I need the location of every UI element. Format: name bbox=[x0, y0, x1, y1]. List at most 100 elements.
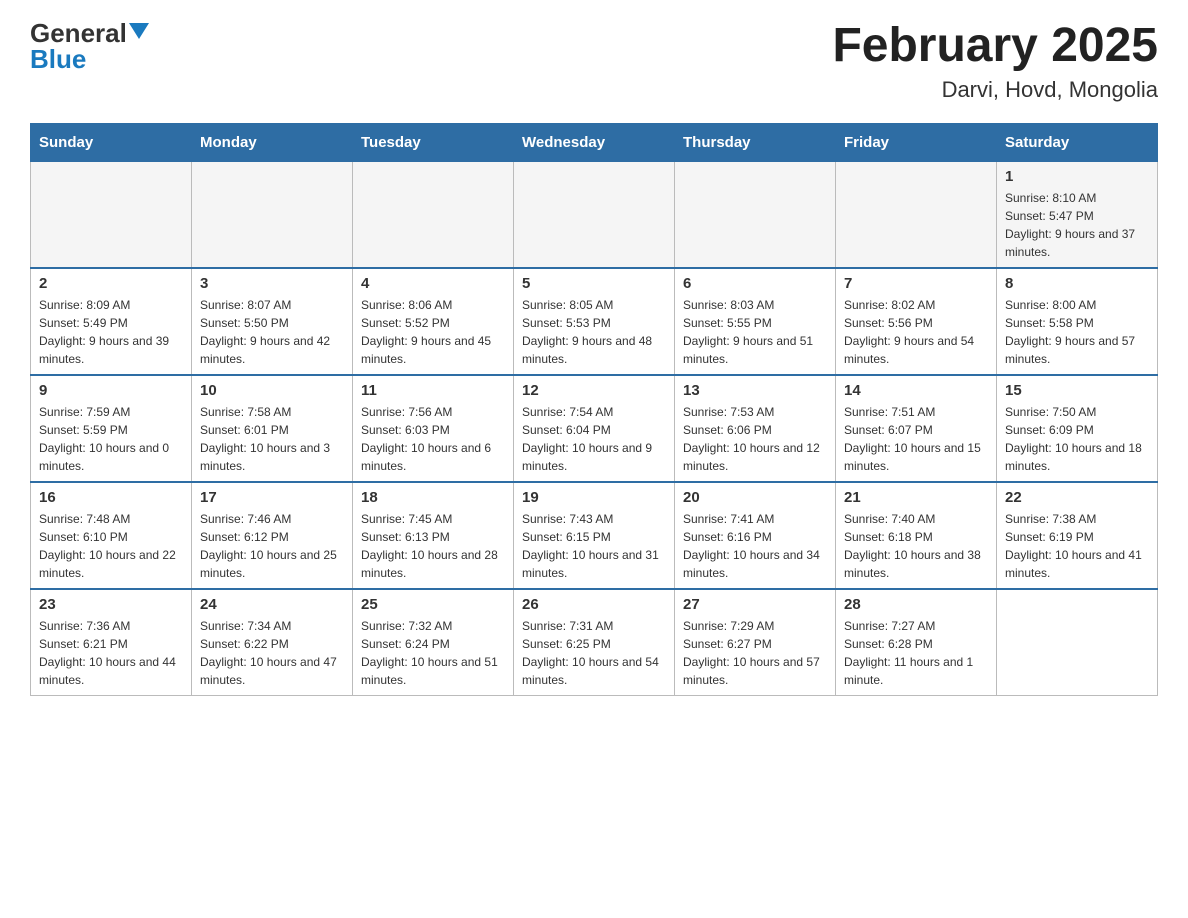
day-number: 22 bbox=[1005, 489, 1149, 506]
day-number: 14 bbox=[844, 382, 988, 399]
weekday-header-thursday: Thursday bbox=[675, 123, 836, 161]
day-info: Sunrise: 7:50 AMSunset: 6:09 PMDaylight:… bbox=[1005, 403, 1149, 475]
day-info: Sunrise: 7:27 AMSunset: 6:28 PMDaylight:… bbox=[844, 617, 988, 689]
day-info: Sunrise: 7:59 AMSunset: 5:59 PMDaylight:… bbox=[39, 403, 183, 475]
logo-general-text: General bbox=[30, 20, 127, 46]
day-number: 25 bbox=[361, 596, 505, 613]
weekday-header-monday: Monday bbox=[192, 123, 353, 161]
calendar-cell: 6 Sunrise: 8:03 AMSunset: 5:55 PMDaylight… bbox=[675, 268, 836, 375]
day-info: Sunrise: 7:41 AMSunset: 6:16 PMDaylight:… bbox=[683, 510, 827, 582]
weekday-header-saturday: Saturday bbox=[997, 123, 1158, 161]
day-number: 27 bbox=[683, 596, 827, 613]
weekday-header-sunday: Sunday bbox=[31, 123, 192, 161]
calendar-cell: 22 Sunrise: 7:38 AMSunset: 6:19 PMDayligh… bbox=[997, 482, 1158, 589]
day-number: 3 bbox=[200, 275, 344, 292]
day-number: 28 bbox=[844, 596, 988, 613]
day-number: 11 bbox=[361, 382, 505, 399]
calendar-week-row: 16 Sunrise: 7:48 AMSunset: 6:10 PMDayligh… bbox=[31, 482, 1158, 589]
day-info: Sunrise: 8:05 AMSunset: 5:53 PMDaylight:… bbox=[522, 296, 666, 368]
calendar-cell: 12Sunrise: 7:54 AMSunset: 6:04 PMDayligh… bbox=[514, 375, 675, 482]
day-info: Sunrise: 7:40 AMSunset: 6:18 PMDaylight:… bbox=[844, 510, 988, 582]
day-info: Sunrise: 8:00 AMSunset: 5:58 PMDaylight:… bbox=[1005, 296, 1149, 368]
calendar-cell: 14Sunrise: 7:51 AMSunset: 6:07 PMDayligh… bbox=[836, 375, 997, 482]
calendar-week-row: 23 Sunrise: 7:36 AMSunset: 6:21 PMDayligh… bbox=[31, 589, 1158, 696]
day-info: Sunrise: 7:48 AMSunset: 6:10 PMDaylight:… bbox=[39, 510, 183, 582]
calendar-week-row: 9 Sunrise: 7:59 AMSunset: 5:59 PMDaylight… bbox=[31, 375, 1158, 482]
day-info: Sunrise: 7:45 AMSunset: 6:13 PMDaylight:… bbox=[361, 510, 505, 582]
day-info: Sunrise: 7:29 AMSunset: 6:27 PMDaylight:… bbox=[683, 617, 827, 689]
calendar-cell: 25 Sunrise: 7:32 AMSunset: 6:24 PMDayligh… bbox=[353, 589, 514, 696]
day-info: Sunrise: 7:53 AMSunset: 6:06 PMDaylight:… bbox=[683, 403, 827, 475]
day-number: 13 bbox=[683, 382, 827, 399]
calendar-cell: 11 Sunrise: 7:56 AMSunset: 6:03 PMDayligh… bbox=[353, 375, 514, 482]
calendar-cell: 24 Sunrise: 7:34 AMSunset: 6:22 PMDayligh… bbox=[192, 589, 353, 696]
day-number: 4 bbox=[361, 275, 505, 292]
calendar-cell bbox=[675, 161, 836, 268]
calendar-cell: 3 Sunrise: 8:07 AMSunset: 5:50 PMDaylight… bbox=[192, 268, 353, 375]
calendar-cell: 27 Sunrise: 7:29 AMSunset: 6:27 PMDayligh… bbox=[675, 589, 836, 696]
weekday-header-friday: Friday bbox=[836, 123, 997, 161]
day-info: Sunrise: 7:56 AMSunset: 6:03 PMDaylight:… bbox=[361, 403, 505, 475]
calendar-cell: 1 Sunrise: 8:10 AMSunset: 5:47 PMDaylight… bbox=[997, 161, 1158, 268]
day-number: 26 bbox=[522, 596, 666, 613]
day-number: 7 bbox=[844, 275, 988, 292]
logo-blue-text: Blue bbox=[30, 46, 86, 72]
day-info: Sunrise: 7:38 AMSunset: 6:19 PMDaylight:… bbox=[1005, 510, 1149, 582]
day-number: 16 bbox=[39, 489, 183, 506]
title-section: February 2025 Darvi, Hovd, Mongolia bbox=[832, 20, 1158, 103]
day-info: Sunrise: 7:36 AMSunset: 6:21 PMDaylight:… bbox=[39, 617, 183, 689]
calendar-week-row: 1 Sunrise: 8:10 AMSunset: 5:47 PMDaylight… bbox=[31, 161, 1158, 268]
day-number: 9 bbox=[39, 382, 183, 399]
day-number: 18 bbox=[361, 489, 505, 506]
calendar-cell: 26Sunrise: 7:31 AMSunset: 6:25 PMDayligh… bbox=[514, 589, 675, 696]
day-number: 23 bbox=[39, 596, 183, 613]
calendar-cell: 8 Sunrise: 8:00 AMSunset: 5:58 PMDaylight… bbox=[997, 268, 1158, 375]
day-info: Sunrise: 7:34 AMSunset: 6:22 PMDaylight:… bbox=[200, 617, 344, 689]
calendar-cell: 15 Sunrise: 7:50 AMSunset: 6:09 PMDayligh… bbox=[997, 375, 1158, 482]
day-number: 1 bbox=[1005, 168, 1149, 185]
calendar-cell: 21 Sunrise: 7:40 AMSunset: 6:18 PMDayligh… bbox=[836, 482, 997, 589]
weekday-header-row: SundayMondayTuesdayWednesdayThursdayFrid… bbox=[31, 123, 1158, 161]
calendar-cell bbox=[353, 161, 514, 268]
calendar-cell: 4 Sunrise: 8:06 AMSunset: 5:52 PMDaylight… bbox=[353, 268, 514, 375]
weekday-header-wednesday: Wednesday bbox=[514, 123, 675, 161]
calendar-cell: 28 Sunrise: 7:27 AMSunset: 6:28 PMDayligh… bbox=[836, 589, 997, 696]
location-title: Darvi, Hovd, Mongolia bbox=[832, 77, 1158, 103]
day-info: Sunrise: 8:07 AMSunset: 5:50 PMDaylight:… bbox=[200, 296, 344, 368]
day-info: Sunrise: 8:10 AMSunset: 5:47 PMDaylight:… bbox=[1005, 189, 1149, 261]
day-number: 19 bbox=[522, 489, 666, 506]
day-number: 17 bbox=[200, 489, 344, 506]
day-number: 2 bbox=[39, 275, 183, 292]
day-info: Sunrise: 8:09 AMSunset: 5:49 PMDaylight:… bbox=[39, 296, 183, 368]
calendar-cell: 9 Sunrise: 7:59 AMSunset: 5:59 PMDaylight… bbox=[31, 375, 192, 482]
logo-triangle-icon bbox=[129, 23, 149, 39]
calendar-cell: 23 Sunrise: 7:36 AMSunset: 6:21 PMDayligh… bbox=[31, 589, 192, 696]
day-info: Sunrise: 7:58 AMSunset: 6:01 PMDaylight:… bbox=[200, 403, 344, 475]
day-number: 15 bbox=[1005, 382, 1149, 399]
calendar-cell bbox=[514, 161, 675, 268]
day-number: 21 bbox=[844, 489, 988, 506]
calendar-cell bbox=[997, 589, 1158, 696]
day-info: Sunrise: 8:06 AMSunset: 5:52 PMDaylight:… bbox=[361, 296, 505, 368]
day-info: Sunrise: 8:03 AMSunset: 5:55 PMDaylight:… bbox=[683, 296, 827, 368]
day-number: 20 bbox=[683, 489, 827, 506]
weekday-header-tuesday: Tuesday bbox=[353, 123, 514, 161]
page-header: General Blue February 2025 Darvi, Hovd, … bbox=[30, 20, 1158, 103]
calendar-cell: 16 Sunrise: 7:48 AMSunset: 6:10 PMDayligh… bbox=[31, 482, 192, 589]
day-number: 8 bbox=[1005, 275, 1149, 292]
calendar-week-row: 2 Sunrise: 8:09 AMSunset: 5:49 PMDaylight… bbox=[31, 268, 1158, 375]
day-number: 12 bbox=[522, 382, 666, 399]
calendar-cell: 19Sunrise: 7:43 AMSunset: 6:15 PMDayligh… bbox=[514, 482, 675, 589]
calendar-cell bbox=[836, 161, 997, 268]
day-info: Sunrise: 7:32 AMSunset: 6:24 PMDaylight:… bbox=[361, 617, 505, 689]
month-title: February 2025 bbox=[832, 20, 1158, 73]
logo: General Blue bbox=[30, 20, 149, 72]
calendar-cell: 18 Sunrise: 7:45 AMSunset: 6:13 PMDayligh… bbox=[353, 482, 514, 589]
calendar-cell: 13 Sunrise: 7:53 AMSunset: 6:06 PMDayligh… bbox=[675, 375, 836, 482]
day-info: Sunrise: 8:02 AMSunset: 5:56 PMDaylight:… bbox=[844, 296, 988, 368]
day-number: 5 bbox=[522, 275, 666, 292]
calendar-cell: 5 Sunrise: 8:05 AMSunset: 5:53 PMDaylight… bbox=[514, 268, 675, 375]
day-info: Sunrise: 7:46 AMSunset: 6:12 PMDaylight:… bbox=[200, 510, 344, 582]
day-number: 24 bbox=[200, 596, 344, 613]
day-number: 6 bbox=[683, 275, 827, 292]
